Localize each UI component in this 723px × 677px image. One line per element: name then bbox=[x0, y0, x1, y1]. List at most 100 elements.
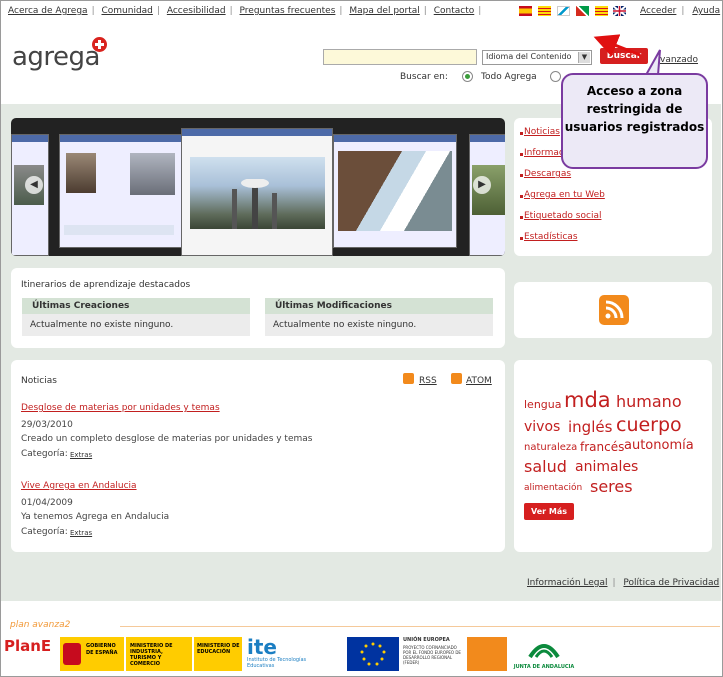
tag-autonomia[interactable]: autonomía bbox=[624, 438, 694, 453]
junta-andalucia-logo[interactable]: JUNTA DE ANDALUCIA bbox=[512, 637, 576, 671]
ayuda-link[interactable]: Ayuda bbox=[692, 6, 720, 16]
flag-es-icon[interactable] bbox=[519, 6, 532, 16]
ver-mas-button[interactable]: Ver Más bbox=[524, 503, 574, 520]
legal-link[interactable]: Información Legal bbox=[527, 578, 608, 588]
language-select-value: Idioma del Contenido bbox=[486, 52, 572, 61]
news-category-1[interactable]: Extras bbox=[70, 451, 92, 459]
itinerarios-panel: Itinerarios de aprendizaje destacados Úl… bbox=[11, 268, 505, 348]
coat-of-arms-icon bbox=[63, 643, 81, 665]
ite-text: ite bbox=[247, 635, 277, 659]
news-category-label-1: Categoría: bbox=[21, 449, 68, 459]
nav-preguntas[interactable]: Preguntas frecuentes bbox=[240, 6, 336, 16]
carousel-slide[interactable] bbox=[333, 134, 457, 248]
tag-alimentacion[interactable]: alimentación bbox=[524, 483, 582, 493]
news-category-2[interactable]: Extras bbox=[70, 529, 92, 537]
rss-panel bbox=[514, 282, 712, 338]
side-link-noticias[interactable]: Noticias bbox=[524, 127, 560, 137]
noticias-panel: Noticias RSS ATOM Desglose de materias p… bbox=[11, 360, 505, 552]
language-select[interactable]: Idioma del Contenido ▼ bbox=[482, 50, 592, 65]
feder-logo[interactable]: UNIÓN EUROPEA PROYECTO COFINANCIADO POR … bbox=[403, 637, 465, 671]
side-link-agrega-web[interactable]: Agrega en tu Web bbox=[524, 190, 605, 200]
callout-note: Acceso a zona restringida de usuarios re… bbox=[561, 73, 708, 169]
nav-accesibilidad[interactable]: Accesibilidad bbox=[167, 6, 226, 16]
carousel-slide[interactable] bbox=[59, 134, 183, 248]
ite-logo[interactable]: ite Instituto de Tecnologías Educativas bbox=[247, 637, 317, 671]
news-title-1[interactable]: Desglose de materias por unidades y tema… bbox=[21, 403, 220, 413]
rss-link[interactable]: RSS bbox=[419, 376, 437, 386]
tag-lengua[interactable]: lengua bbox=[524, 398, 562, 411]
industria-text: MINISTERIO DE INDUSTRIA, TURISMO Y COMER… bbox=[130, 643, 173, 667]
flag-en-icon[interactable] bbox=[613, 6, 627, 16]
plane-logo-text: PlanE bbox=[4, 637, 52, 655]
tag-animales[interactable]: animales bbox=[575, 459, 638, 475]
side-link-etiquetado[interactable]: Etiquetado social bbox=[524, 211, 601, 221]
radio-todo-label: Todo Agrega bbox=[481, 72, 537, 82]
nav-acerca[interactable]: Acerca de Agrega bbox=[8, 6, 88, 16]
search-input[interactable] bbox=[323, 49, 477, 65]
flag-va-icon[interactable] bbox=[594, 6, 608, 16]
tag-cloud-panel: lengua mda humano vivos inglés cuerpo na… bbox=[514, 360, 712, 552]
callout-arrow-icon bbox=[593, 34, 661, 76]
plane-logo[interactable]: PlanE bbox=[4, 637, 54, 671]
noticias-title: Noticias bbox=[21, 376, 57, 386]
tag-cuerpo[interactable]: cuerpo bbox=[616, 414, 682, 436]
news-date-1: 29/03/2010 bbox=[21, 420, 73, 430]
nav-contacto[interactable]: Contacto bbox=[434, 6, 475, 16]
news-date-2: 01/04/2009 bbox=[21, 498, 73, 508]
rss-feed-icon[interactable] bbox=[599, 295, 629, 325]
radio-other[interactable] bbox=[550, 71, 561, 82]
flag-gl-icon[interactable] bbox=[556, 6, 570, 16]
feder-text: PROYECTO COFINANCIADO POR EL FONDO EUROP… bbox=[403, 645, 461, 665]
tag-humano[interactable]: humano bbox=[616, 392, 682, 411]
tag-vivos[interactable]: vivos bbox=[524, 419, 560, 435]
tag-naturaleza[interactable]: naturaleza bbox=[524, 442, 577, 453]
news-text-2: Ya tenemos Agrega en Andalucia bbox=[21, 512, 170, 522]
flag-eu-icon[interactable] bbox=[575, 6, 589, 16]
ministerio-educacion-logo[interactable]: MINISTERIO DE EDUCACIÓN bbox=[194, 637, 242, 671]
gobierno-text: GOBIERNO DE ESPAÑA bbox=[86, 643, 118, 656]
acceder-link[interactable]: Acceder bbox=[640, 6, 676, 16]
carousel-slide[interactable] bbox=[469, 134, 505, 256]
bullet-icon bbox=[520, 132, 523, 135]
bullet-icon bbox=[520, 216, 523, 219]
bullet-icon bbox=[520, 195, 523, 198]
nav-mapa[interactable]: Mapa del portal bbox=[349, 6, 419, 16]
tag-salud[interactable]: salud bbox=[524, 457, 567, 476]
rss-small-icon[interactable] bbox=[403, 373, 414, 384]
atom-small-icon[interactable] bbox=[451, 373, 462, 384]
side-link-descargas[interactable]: Descargas bbox=[524, 169, 571, 179]
plan-avanza-logo: plan avanza2 bbox=[10, 620, 71, 630]
premio-logo[interactable] bbox=[467, 637, 507, 671]
news-title-2[interactable]: Vive Agrega en Andalucia bbox=[21, 481, 137, 491]
tag-seres[interactable]: seres bbox=[590, 477, 633, 496]
search-in-label: Buscar en: bbox=[400, 72, 448, 82]
bullet-icon bbox=[520, 174, 523, 177]
carousel-slide-center[interactable] bbox=[181, 128, 333, 256]
carousel-slide[interactable] bbox=[11, 134, 49, 256]
radio-todo-agrega[interactable] bbox=[462, 71, 473, 82]
junta-text: JUNTA DE ANDALUCIA bbox=[513, 664, 575, 670]
col-modificaciones-header: Últimas Modificaciones bbox=[265, 298, 493, 314]
col-modificaciones-body: Actualmente no existe ninguno. bbox=[265, 314, 493, 336]
ue-text: UNIÓN EUROPEA bbox=[403, 637, 450, 643]
right-nav: Acceder | Ayuda bbox=[640, 6, 721, 16]
agrega-logo[interactable]: agrega bbox=[12, 42, 101, 72]
nav-comunidad[interactable]: Comunidad bbox=[101, 6, 152, 16]
privacy-link[interactable]: Política de Privacidad bbox=[623, 578, 719, 588]
logo-plus-icon bbox=[92, 37, 107, 52]
carousel-next-arrow-icon[interactable]: ▶ bbox=[473, 176, 491, 194]
flag-ca-icon[interactable] bbox=[537, 6, 551, 16]
tag-mda[interactable]: mda bbox=[564, 388, 611, 412]
atom-link[interactable]: ATOM bbox=[466, 376, 492, 386]
tag-frances[interactable]: francés bbox=[580, 440, 624, 454]
top-nav: Acerca de Agrega | Comunidad | Accesibilid… bbox=[8, 6, 482, 16]
side-link-estadisticas[interactable]: Estadísticas bbox=[524, 232, 578, 242]
carousel-prev-arrow-icon[interactable]: ◀ bbox=[25, 176, 43, 194]
col-creaciones-header: Últimas Creaciones bbox=[22, 298, 250, 314]
bullet-icon bbox=[520, 153, 523, 156]
language-flags bbox=[519, 6, 629, 17]
tag-ingles[interactable]: inglés bbox=[568, 418, 612, 436]
gobierno-logo[interactable]: GOBIERNO DE ESPAÑA bbox=[60, 637, 124, 671]
eu-flag-icon[interactable] bbox=[347, 637, 399, 671]
ministerio-industria-logo[interactable]: MINISTERIO DE INDUSTRIA, TURISMO Y COMER… bbox=[126, 637, 192, 671]
